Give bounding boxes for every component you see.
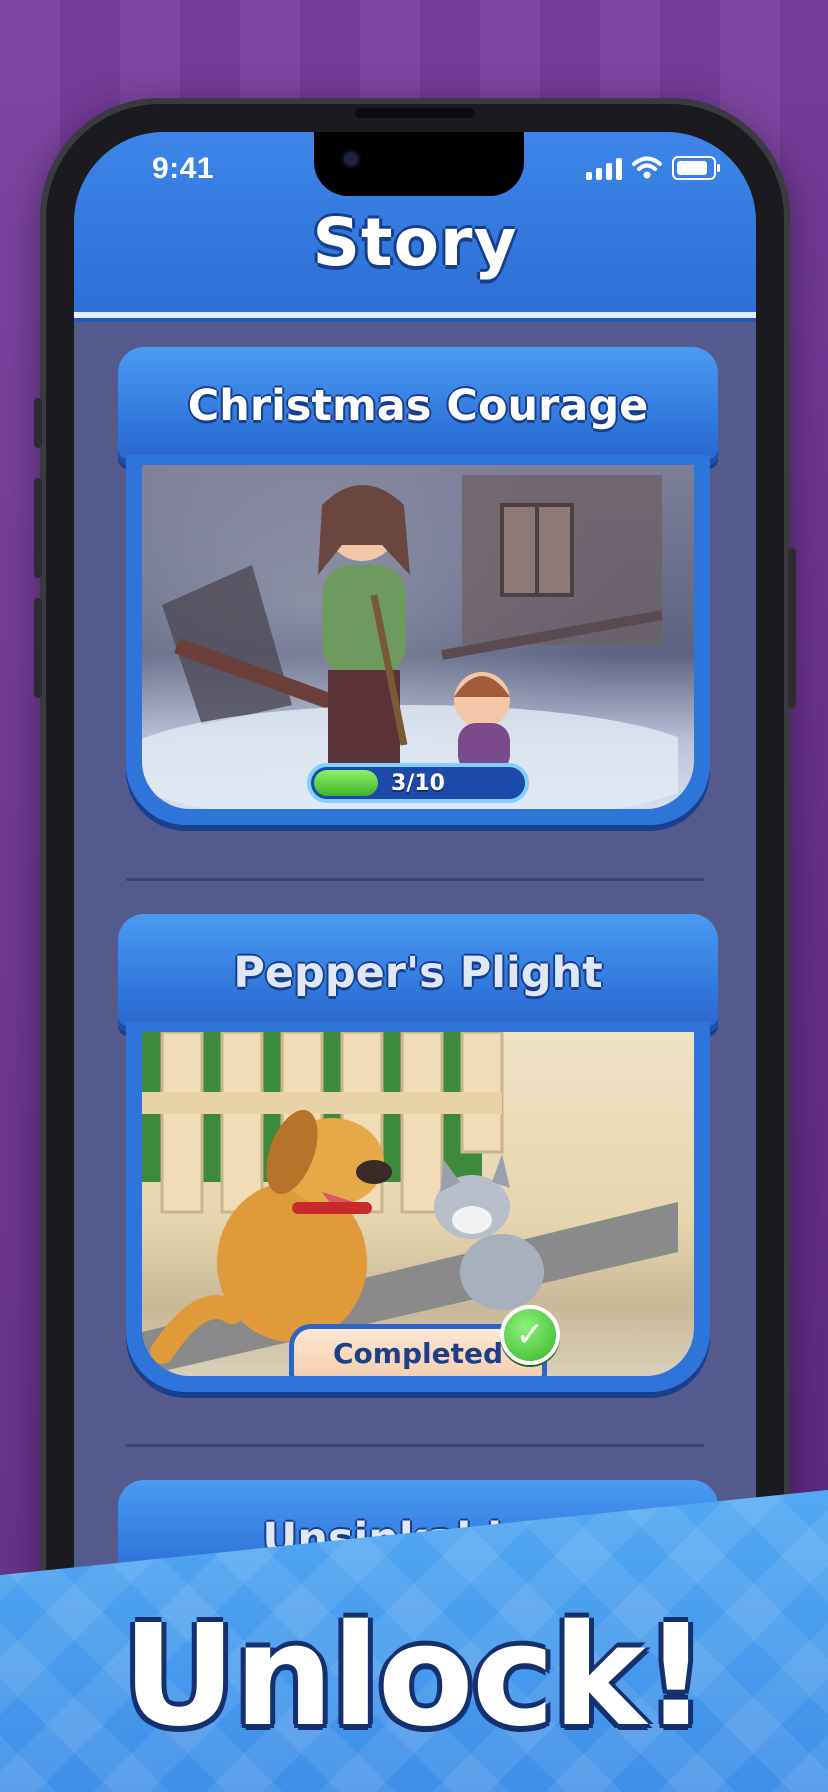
story-card-banner: Christmas Courage xyxy=(118,347,718,465)
story-progress-bar: 3/10 xyxy=(307,763,529,803)
story-card-peppers-plight[interactable]: Pepper's Plight Completed ✓ xyxy=(118,914,718,1392)
status-icons xyxy=(586,154,720,180)
story-card-title: Pepper's Plight xyxy=(233,948,603,998)
camera-icon xyxy=(344,152,358,166)
winter-scene-art xyxy=(142,475,678,809)
divider xyxy=(126,878,704,881)
checkmark-icon: ✓ xyxy=(500,1305,560,1365)
phone-frame: 9:41 Story Christmas Courage 3/10 Pepper… xyxy=(34,98,796,1752)
story-card-frame: 3/10 xyxy=(126,455,710,825)
completed-badge: Completed ✓ xyxy=(289,1305,560,1376)
story-card-frame: Completed ✓ xyxy=(126,1022,710,1392)
progress-text: 3/10 xyxy=(391,771,445,796)
volume-up-button xyxy=(34,478,42,578)
completed-label: Completed xyxy=(332,1336,503,1370)
story-card-christmas-courage[interactable]: Christmas Courage 3/10 xyxy=(118,347,718,825)
power-button xyxy=(788,548,796,708)
story-illustration-dog: Completed ✓ xyxy=(142,1032,694,1376)
wifi-icon xyxy=(632,156,662,179)
volume-down-button xyxy=(34,598,42,698)
status-time: 9:41 xyxy=(152,152,215,185)
earpiece-speaker xyxy=(355,108,475,118)
mute-switch xyxy=(34,398,42,448)
page-title: Story xyxy=(312,204,518,281)
divider xyxy=(126,1444,704,1447)
story-card-title: Christmas Courage xyxy=(187,381,649,431)
story-illustration-winter: 3/10 xyxy=(142,465,694,809)
story-card-banner: Pepper's Plight xyxy=(118,914,718,1032)
battery-icon xyxy=(672,156,720,180)
promo-headline: Unlock! xyxy=(122,1595,707,1758)
signal-icon xyxy=(586,156,622,180)
